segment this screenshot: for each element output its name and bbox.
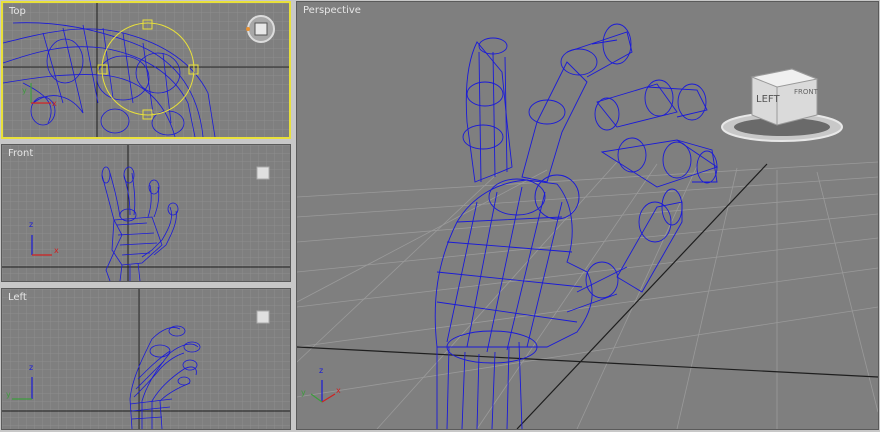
viewport-label-front[interactable]: Front bbox=[8, 148, 33, 159]
viewport-perspective[interactable]: Perspective LEFT FRONT z x y bbox=[296, 1, 879, 430]
viewcube-front[interactable] bbox=[256, 166, 270, 180]
front-viewport-canvas bbox=[2, 145, 290, 281]
viewcube-front-face[interactable]: FRONT bbox=[794, 88, 818, 96]
axis-x-label-front: x bbox=[54, 246, 59, 255]
left-viewport-canvas bbox=[2, 289, 290, 429]
viewport-front[interactable]: Front z x bbox=[1, 144, 291, 282]
axis-z-label-front: z bbox=[29, 220, 34, 229]
viewport-label-top[interactable]: Top bbox=[9, 6, 26, 17]
viewport-label-left[interactable]: Left bbox=[8, 292, 27, 303]
axis-z-label-left: z bbox=[29, 363, 34, 372]
axis-y-label-top: y bbox=[22, 86, 27, 95]
axis-x-label-top: x bbox=[52, 99, 57, 108]
axis-z-label-persp: z bbox=[319, 366, 324, 375]
axis-y-label-persp: y bbox=[301, 388, 306, 397]
axis-x-label-persp: x bbox=[336, 386, 341, 395]
viewport-top[interactable]: Top y x bbox=[1, 1, 291, 139]
viewcube-left-face[interactable]: LEFT bbox=[756, 94, 780, 105]
viewcube-left[interactable] bbox=[256, 310, 270, 324]
axis-y-label-left: y bbox=[6, 390, 11, 399]
viewport-label-perspective[interactable]: Perspective bbox=[303, 5, 361, 16]
top-viewport-canvas bbox=[3, 3, 289, 137]
perspective-viewport-canvas bbox=[297, 2, 878, 429]
viewport-left[interactable]: Left z y bbox=[1, 288, 291, 430]
